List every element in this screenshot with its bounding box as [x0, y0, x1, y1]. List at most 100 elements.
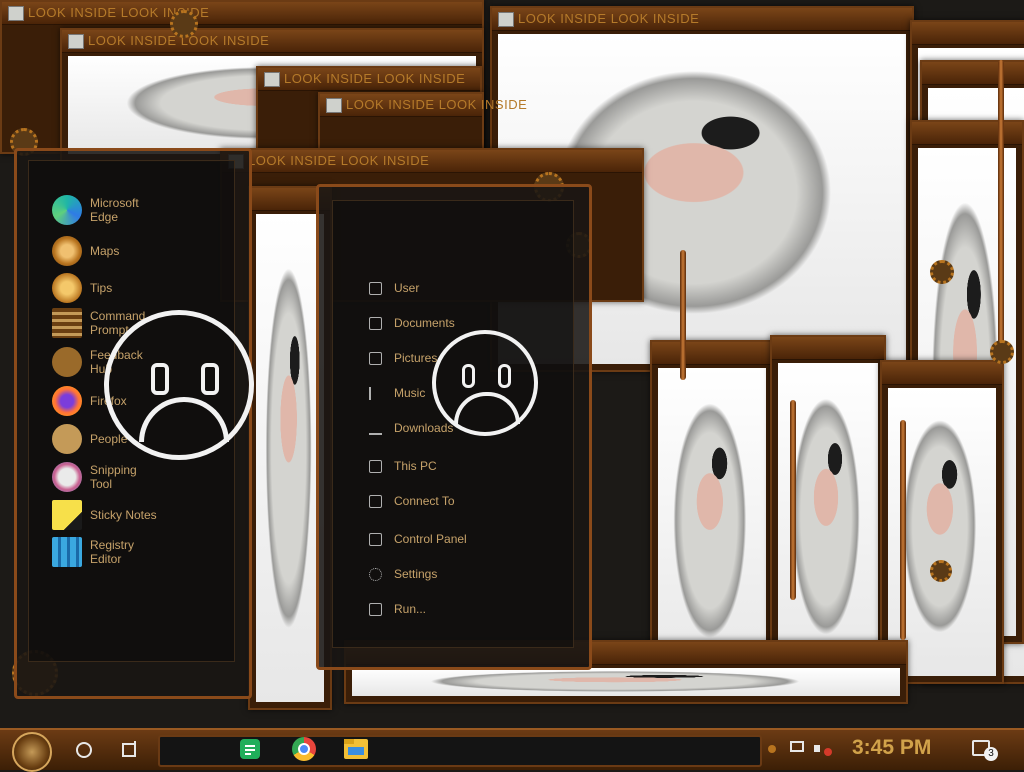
- sticky-notes-icon: [52, 500, 82, 530]
- cat-thumbnail-icon: [264, 72, 280, 87]
- cat-thumbnail-icon: [326, 98, 342, 113]
- start-menu-app-item[interactable]: Maps: [52, 236, 232, 266]
- sad-face-icon: [104, 310, 254, 460]
- people-icon: [52, 424, 82, 454]
- cat-photo: [256, 214, 324, 702]
- window-title-bar[interactable]: [912, 22, 1024, 45]
- start-menu-app-item[interactable]: Microsoft Edge: [52, 195, 232, 225]
- notification-center-icon[interactable]: 3: [972, 740, 998, 761]
- place-item-label: Music: [394, 386, 426, 400]
- brass-pipe: [680, 250, 686, 380]
- window-title-bar[interactable]: LOOK INSIDE LOOK INSIDE: [2, 2, 482, 25]
- show-hidden-icons-icon[interactable]: [768, 745, 776, 753]
- window-title-bar[interactable]: [882, 362, 1002, 385]
- window-title: LOOK INSIDE LOOK INSIDE: [518, 11, 700, 26]
- window-title: LOOK INSIDE LOOK INSIDE: [284, 71, 466, 86]
- gear-icon: [930, 560, 952, 582]
- window-title-bar[interactable]: LOOK INSIDE LOOK INSIDE: [258, 68, 480, 91]
- start-menu-place-item[interactable]: Documents: [369, 316, 455, 330]
- place-item-label: Downloads: [394, 421, 454, 435]
- start-menu-app-item[interactable]: Tips: [52, 273, 232, 303]
- start-menu-place-item[interactable]: Control Panel: [369, 532, 467, 546]
- snipping-tool-icon: [52, 462, 82, 492]
- place-item-label: Documents: [394, 316, 455, 330]
- place-item-label: Settings: [394, 567, 438, 581]
- window-title-bar[interactable]: LOOK INSIDE LOOK INSIDE: [222, 150, 642, 173]
- brass-pipe: [998, 60, 1004, 360]
- document-icon: [369, 316, 382, 330]
- place-item-label: Run...: [394, 602, 427, 616]
- app-item-label: Tips: [90, 281, 113, 295]
- command-prompt-icon: [52, 308, 82, 338]
- user-icon: [369, 281, 382, 295]
- network-icon: [369, 494, 382, 508]
- picture-icon: [369, 351, 382, 365]
- file-explorer-icon[interactable]: [344, 739, 368, 759]
- volume-muted-icon[interactable]: [814, 741, 832, 757]
- start-menu-place-item[interactable]: Pictures: [369, 351, 437, 365]
- window-title: LOOK INSIDE LOOK INSIDE: [346, 97, 528, 112]
- place-item-label: Connect To: [394, 494, 455, 508]
- network-icon[interactable]: [790, 741, 804, 752]
- app-item-label: Sticky Notes: [90, 508, 157, 522]
- maps-icon: [52, 236, 82, 266]
- brass-pipe: [790, 400, 796, 600]
- clock[interactable]: 3:45 PM: [852, 736, 931, 760]
- brass-pipe: [900, 420, 906, 640]
- window-title-bar[interactable]: [922, 62, 1024, 85]
- start-menu-place-item[interactable]: Settings: [369, 567, 437, 581]
- start-menu-place-item[interactable]: Run...: [369, 602, 426, 616]
- start-menu-app-item[interactable]: Snipping Tool: [52, 462, 232, 492]
- sad-face-icon: [432, 330, 538, 436]
- app-item-label: Microsoft Edge: [90, 196, 139, 224]
- search-circle-icon[interactable]: [76, 742, 92, 758]
- edge-icon: [52, 195, 82, 225]
- window-title-bar[interactable]: [912, 122, 1022, 145]
- cat-photo: [352, 668, 900, 696]
- place-item-label: This PC: [394, 459, 437, 473]
- app-item-label: Snipping Tool: [90, 463, 137, 491]
- window-title-bar[interactable]: LOOK INSIDE LOOK INSIDE: [492, 8, 912, 31]
- cat-thumbnail-icon: [8, 6, 24, 21]
- window-title: LOOK INSIDE LOOK INSIDE: [248, 153, 430, 168]
- background-window[interactable]: [880, 360, 1004, 684]
- place-item-label: Pictures: [394, 351, 438, 365]
- google-sheets-icon[interactable]: [240, 739, 260, 759]
- download-icon: [369, 422, 382, 435]
- gear-icon: [369, 567, 382, 581]
- window-title-bar[interactable]: [652, 342, 772, 365]
- music-note-icon: [369, 386, 382, 400]
- window-title-bar[interactable]: LOOK INSIDE LOOK INSIDE: [320, 94, 527, 117]
- start-menu-place-item[interactable]: Connect To: [369, 494, 455, 508]
- lightbulb-icon: [52, 273, 82, 303]
- start-menu-place-item[interactable]: This PC: [369, 459, 437, 473]
- gear-icon: [170, 10, 198, 38]
- start-menu-place-item[interactable]: Downloads: [369, 421, 453, 435]
- start-menu-place-item[interactable]: Music: [369, 386, 425, 400]
- start-button[interactable]: [12, 732, 52, 772]
- gear-icon: [990, 340, 1014, 364]
- feedback-hub-icon: [52, 347, 82, 377]
- firefox-icon: [52, 386, 82, 416]
- registry-editor-icon: [52, 537, 82, 567]
- window-title-bar[interactable]: LOOK INSIDE LOOK INSIDE: [62, 30, 482, 53]
- taskbar: 3:45 PM 3: [0, 728, 1024, 772]
- app-item-label: Registry Editor: [90, 538, 135, 566]
- place-item-label: Control Panel: [394, 532, 467, 546]
- start-menu-app-item[interactable]: Sticky Notes: [52, 500, 232, 530]
- app-item-label: Maps: [90, 244, 120, 258]
- task-view-icon[interactable]: [120, 741, 136, 757]
- start-menu-place-item[interactable]: User: [369, 281, 419, 295]
- background-window[interactable]: [770, 335, 886, 691]
- place-item-label: User: [394, 281, 420, 295]
- gear-icon: [930, 260, 954, 284]
- cat-photo: [658, 368, 766, 686]
- notification-count: 3: [984, 747, 998, 761]
- cat-thumbnail-icon: [498, 12, 514, 27]
- run-icon: [369, 602, 382, 616]
- chrome-icon[interactable]: [292, 737, 316, 761]
- window-title-bar[interactable]: [772, 337, 884, 360]
- cat-thumbnail-icon: [68, 34, 84, 49]
- control-panel-icon: [369, 532, 382, 546]
- start-menu-app-item[interactable]: Registry Editor: [52, 537, 232, 567]
